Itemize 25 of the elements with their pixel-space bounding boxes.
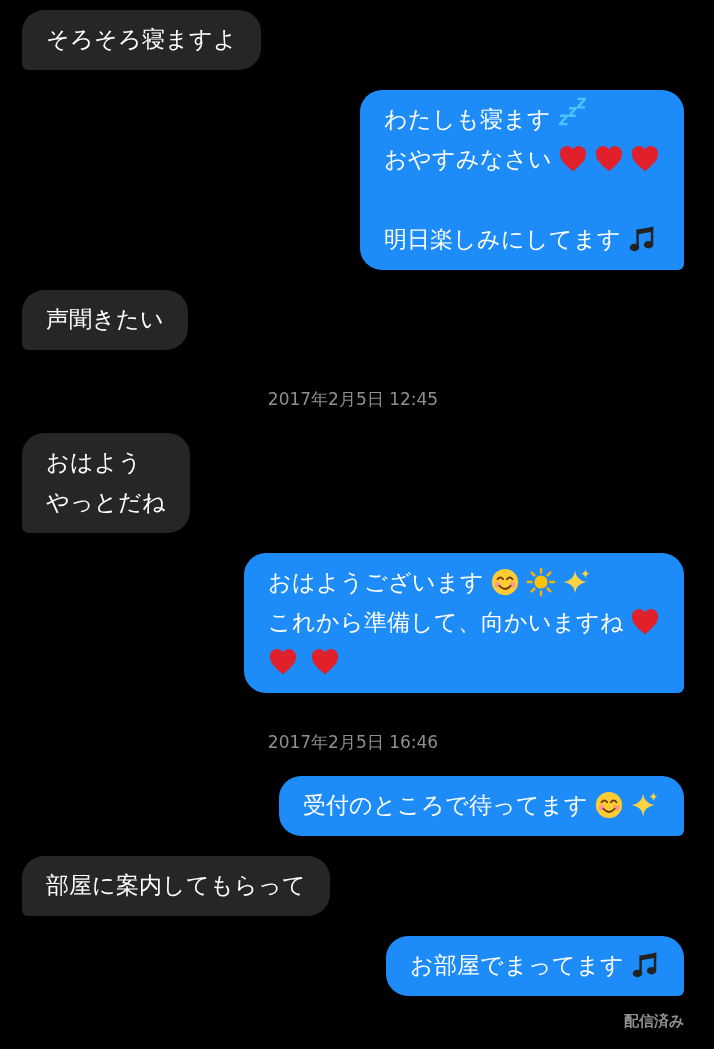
message-text: 明日楽しみにしてます (384, 225, 621, 254)
message-text: お部屋でまってます (410, 951, 624, 980)
sleep-icon (557, 97, 587, 127)
heart-icon (268, 647, 298, 677)
message-text: わたしも寝ます (384, 105, 551, 134)
timestamp: 2017年2月5日 16:46 (267, 731, 439, 754)
heart-icon (558, 144, 588, 174)
message-text: やっとだね (46, 488, 166, 517)
message-text: おやすみなさい (384, 145, 552, 174)
sun-icon (526, 567, 556, 597)
heart-icon (594, 144, 624, 174)
heart-icon (630, 607, 660, 637)
heart-icon (630, 144, 660, 174)
message-text: おはようございます (268, 568, 484, 597)
message-text: 受付のところで待ってます (303, 791, 588, 820)
heart-icon (310, 647, 340, 677)
timestamp: 2017年2月5日 12:45 (267, 388, 439, 411)
smiley-icon (490, 567, 520, 597)
delivered-status: 配信済み (624, 1012, 684, 1031)
message-text: そろそろ寝ますよ (46, 25, 237, 54)
message-text: これから準備して、向かいますね (268, 608, 624, 637)
message-text: 部屋に案内してもらって (46, 871, 306, 900)
message-text: おはよう (46, 448, 142, 477)
message-text: 声聞きたい (46, 305, 164, 334)
smiley-icon (594, 790, 624, 820)
